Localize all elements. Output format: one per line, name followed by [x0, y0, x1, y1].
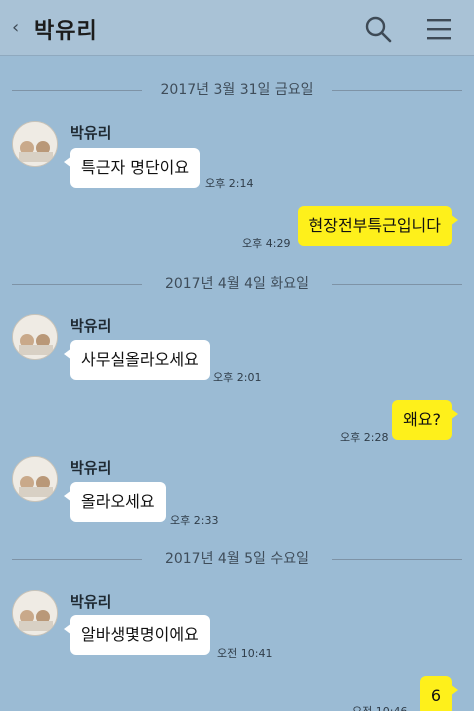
chat-title: 박유리: [34, 19, 98, 44]
date-label: 2017년 4월 5일 수요일: [164, 551, 310, 567]
sender-name: 박유리: [70, 459, 112, 477]
message-time: 오후 2:14: [205, 177, 254, 190]
incoming-message-bubble[interactable]: 알바생몇명이에요: [64, 615, 210, 655]
message-time: 오후 2:33: [170, 514, 219, 527]
chevron-left-icon[interactable]: ‹: [12, 18, 24, 38]
avatar[interactable]: [12, 314, 58, 360]
message-time: 오후 2:28: [340, 431, 389, 444]
outgoing-message-bubble[interactable]: 현장전부특근입니다: [297, 206, 459, 246]
incoming-message-bubble[interactable]: 사무실올라오세요: [64, 340, 210, 380]
avatar[interactable]: [12, 456, 58, 502]
avatar-photo-icon: [13, 591, 57, 635]
date-label: 2017년 3월 31일 금요일: [160, 82, 314, 98]
message-time: 오후 4:29: [242, 237, 291, 250]
sender-name: 박유리: [70, 124, 112, 142]
search-icon[interactable]: [364, 15, 392, 43]
outgoing-message-bubble[interactable]: 6: [419, 676, 459, 711]
date-divider: 2017년 3월 31일 금요일: [12, 80, 462, 100]
message-time: 오전 10:46: [352, 703, 407, 711]
date-divider: 2017년 4월 4일 화요일: [12, 274, 462, 294]
avatar[interactable]: [12, 590, 58, 636]
chat-header: ‹ 박유리: [0, 0, 474, 56]
message-time: 오전 10:41: [217, 647, 273, 660]
avatar-photo-icon: [13, 315, 57, 359]
date-label: 2017년 4월 4일 화요일: [164, 276, 310, 292]
message-time: 오후 2:01: [213, 371, 262, 384]
sender-name: 박유리: [70, 317, 112, 335]
date-divider: 2017년 4월 5일 수요일: [12, 549, 462, 569]
avatar[interactable]: [12, 121, 58, 167]
incoming-message-bubble[interactable]: 올라오세요: [64, 482, 166, 522]
avatar-photo-icon: [13, 457, 57, 501]
incoming-message-bubble[interactable]: 특근자 명단이요: [63, 148, 201, 188]
sender-name: 박유리: [70, 593, 112, 611]
avatar-photo-icon: [13, 122, 57, 166]
outgoing-message-bubble[interactable]: 왜요?: [392, 400, 458, 440]
hamburger-menu-icon[interactable]: [425, 17, 453, 41]
